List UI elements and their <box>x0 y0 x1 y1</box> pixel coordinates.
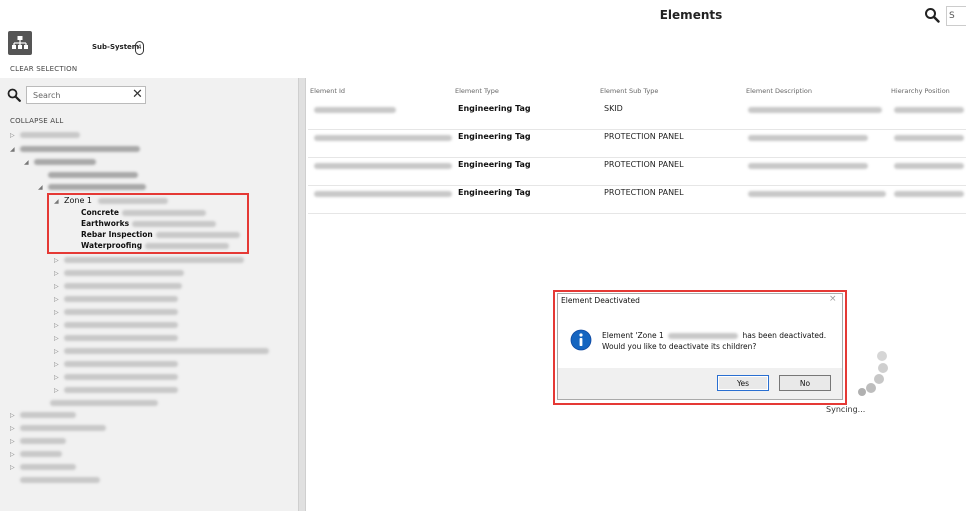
collapse-icon[interactable]: ◢ <box>54 196 64 208</box>
collapse-all-button[interactable]: COLLAPSE ALL <box>10 117 63 125</box>
expand-icon[interactable]: ▷ <box>10 130 20 142</box>
expand-icon[interactable]: ▷ <box>54 281 64 293</box>
tree-node[interactable] <box>10 474 100 486</box>
dialog-title: Element Deactivated <box>561 296 640 305</box>
tree-node[interactable]: ▷ <box>54 319 178 331</box>
hierarchy-icon <box>12 36 28 49</box>
tree-node-child[interactable]: Waterproofing <box>81 240 230 252</box>
table-row[interactable]: Engineering Tag SKID <box>308 101 966 130</box>
expand-icon[interactable]: ▷ <box>54 255 64 267</box>
tree-node[interactable]: ▷ <box>10 461 76 473</box>
tree-node[interactable]: ▷ <box>10 409 76 421</box>
expand-icon[interactable]: ▷ <box>54 359 64 371</box>
subsystem-label: Sub-System <box>92 43 140 51</box>
tree-node[interactable]: ▷ <box>54 345 269 357</box>
tree-node-label: Waterproofing <box>81 241 143 250</box>
tree-node-label: Concrete <box>81 208 119 217</box>
table-row[interactable]: Engineering Tag PROTECTION PANEL <box>308 157 966 186</box>
expand-icon[interactable]: ▷ <box>10 410 20 422</box>
yes-button[interactable]: Yes <box>717 375 769 391</box>
tree-node[interactable]: ▷ <box>54 306 178 318</box>
column-header[interactable]: Element Type <box>455 87 499 95</box>
close-icon[interactable]: ✕ <box>132 86 143 104</box>
loading-spinner-icon <box>858 351 888 396</box>
column-header[interactable]: Hierarchy Position <box>891 87 950 95</box>
expand-icon[interactable]: ▷ <box>10 449 20 461</box>
tree-node[interactable] <box>38 169 138 181</box>
table-row[interactable]: Engineering Tag PROTECTION PANEL <box>308 185 966 214</box>
info-icon <box>570 329 592 351</box>
tree-node[interactable]: ◢ <box>10 143 140 155</box>
column-header[interactable]: Element Id <box>310 87 345 95</box>
tree-node[interactable]: ▷ <box>54 293 178 305</box>
tree-node-label: Zone 1 <box>64 196 92 205</box>
tree-node[interactable]: ▷ <box>10 448 62 460</box>
expand-icon[interactable]: ▷ <box>54 346 64 358</box>
tree-node-label: Rebar Inspection <box>81 230 153 239</box>
tree-node[interactable]: ▷ <box>54 280 182 292</box>
tree-node[interactable]: ▷ <box>54 384 178 396</box>
tree-node[interactable]: ▷ <box>10 435 66 447</box>
expand-icon[interactable]: ▷ <box>54 320 64 332</box>
dialog-message-prefix: Element 'Zone 1 <box>602 331 664 340</box>
search-icon <box>7 88 21 102</box>
tree-node[interactable]: ◢ <box>38 181 146 193</box>
no-button[interactable]: No <box>779 375 831 391</box>
top-search-input[interactable]: S <box>946 6 966 26</box>
close-icon[interactable]: × <box>829 294 837 304</box>
tree-node[interactable]: ▷ <box>54 332 178 344</box>
expand-icon[interactable]: ▷ <box>54 307 64 319</box>
column-header[interactable]: Element Sub Type <box>600 87 658 95</box>
dialog-message: Element 'Zone 1 has been deactivated. <box>602 331 826 340</box>
syncing-status: Syncing... <box>826 405 866 414</box>
column-header[interactable]: Element Description <box>746 87 812 95</box>
element-subtype-cell: PROTECTION PANEL <box>604 160 684 169</box>
expand-icon[interactable]: ▷ <box>54 372 64 384</box>
collapse-icon[interactable]: ◢ <box>10 144 20 156</box>
page-title: Elements <box>659 8 723 22</box>
table-row[interactable]: Engineering Tag PROTECTION PANEL <box>308 129 966 158</box>
panel-splitter[interactable] <box>298 78 306 511</box>
expand-icon[interactable]: ▷ <box>54 294 64 306</box>
element-type-cell: Engineering Tag <box>458 104 531 113</box>
tree-node[interactable]: ▷ <box>54 371 178 383</box>
element-type-cell: Engineering Tag <box>458 132 531 141</box>
tree-search-input[interactable]: Search <box>26 86 146 104</box>
expand-icon[interactable]: ▷ <box>10 462 20 474</box>
expand-icon[interactable]: ▷ <box>10 436 20 448</box>
grid-header: Element Id Element Type Element Sub Type… <box>306 84 966 98</box>
dialog-question: Would you like to deactivate its childre… <box>602 342 757 351</box>
element-subtype-cell: PROTECTION PANEL <box>604 188 684 197</box>
expand-icon[interactable]: ▷ <box>54 385 64 397</box>
element-type-cell: Engineering Tag <box>458 188 531 197</box>
tree-node[interactable]: ◢ <box>24 156 96 168</box>
hierarchy-button[interactable] <box>8 31 32 55</box>
tree-node[interactable]: ▷ <box>54 358 178 370</box>
expand-icon[interactable]: ▷ <box>54 333 64 345</box>
tree-node-label: Earthworks <box>81 219 130 228</box>
tree-node[interactable]: ▷ <box>10 422 106 434</box>
tree-node[interactable]: ▷ <box>54 267 184 279</box>
tree-node[interactable] <box>40 397 158 409</box>
search-icon[interactable] <box>924 7 940 23</box>
tree-node[interactable]: ▷ <box>10 129 80 141</box>
subsystem-count-badge[interactable]: 4 <box>135 41 144 55</box>
expand-icon[interactable]: ▷ <box>54 268 64 280</box>
element-subtype-cell: PROTECTION PANEL <box>604 132 684 141</box>
tree-node-zone[interactable]: ◢ Zone 1 <box>54 195 169 208</box>
clear-selection-button[interactable]: CLEAR SELECTION <box>10 65 77 73</box>
tree-node[interactable]: ▷ <box>54 254 244 266</box>
element-type-cell: Engineering Tag <box>458 160 531 169</box>
element-subtype-cell: SKID <box>604 104 623 113</box>
collapse-icon[interactable]: ◢ <box>24 157 34 169</box>
expand-icon[interactable]: ▷ <box>10 423 20 435</box>
dialog-message-suffix: has been deactivated. <box>742 331 827 340</box>
